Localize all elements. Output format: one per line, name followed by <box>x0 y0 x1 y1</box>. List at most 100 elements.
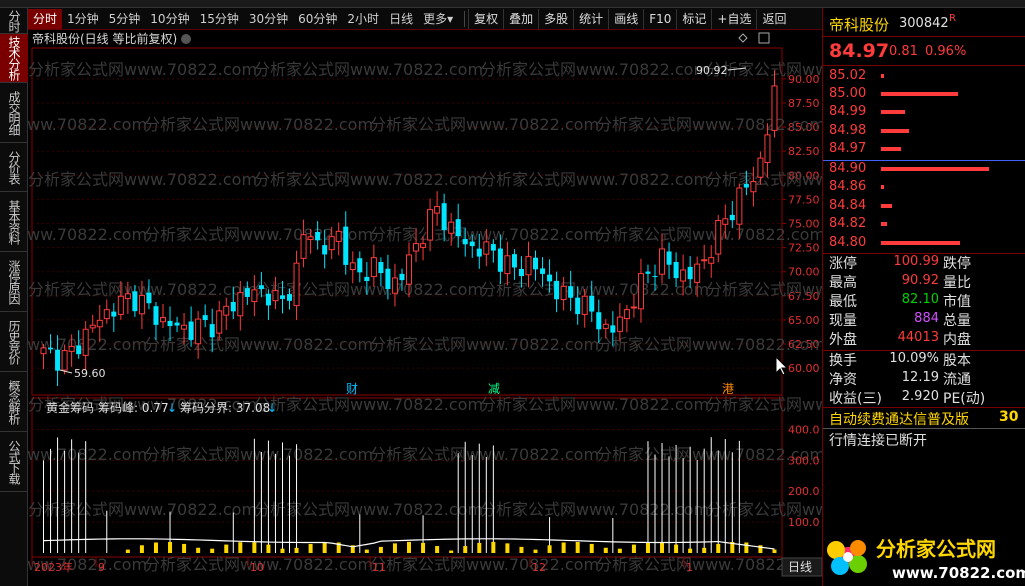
divider <box>823 428 1025 429</box>
watermark-text: 分析家公式网www.70822.com <box>706 395 822 414</box>
left-nav: 分时走势技术分析成交明细分价表基本资料涨停原因历史竞价概念解析公式下载 <box>0 8 28 586</box>
candle-body <box>307 236 314 241</box>
candle-body <box>581 295 588 315</box>
indicator-bar-yellow <box>266 544 271 553</box>
watermark-text: 分析家公式网www.70822.com <box>596 115 822 134</box>
candle-body <box>673 262 679 279</box>
candle-body <box>265 293 271 306</box>
candle-body <box>596 312 602 330</box>
candle-body <box>272 290 279 302</box>
event-marker-1[interactable]: 减 <box>488 382 500 396</box>
indicator-bar-yellow <box>702 547 707 553</box>
period-tab-4[interactable]: 15分钟 <box>195 9 244 29</box>
candle-body <box>525 256 532 276</box>
ad-banner[interactable]: 自动续费通达信普及版 <box>829 409 969 429</box>
connection-status: 行情连接已断开 <box>829 433 927 449</box>
nav-item-0[interactable]: 分时走势 <box>0 8 28 34</box>
bid-volume-bar-4 <box>881 240 961 245</box>
period-tab-6[interactable]: 60分钟 <box>293 9 342 29</box>
candle-body <box>405 254 413 285</box>
watermark-text: 分析家公式网www.70822.com <box>480 280 709 299</box>
nav-item-2[interactable]: 成交明细 <box>0 83 28 143</box>
indicator-bar-yellow <box>139 545 144 553</box>
candle-body <box>343 226 349 265</box>
watermark-text: 分析家公式网www.70822.com <box>254 60 483 79</box>
chart-header: 帝科股份(日线 等比前复权) <box>32 31 177 46</box>
bid-volume-bar-2 <box>881 203 892 208</box>
candle-body <box>589 295 595 312</box>
bid-price-2: 84.84 <box>829 197 867 213</box>
candle-body <box>630 306 637 309</box>
period-tab-8[interactable]: 日线 <box>384 9 418 29</box>
indicator-bar-yellow <box>772 549 777 553</box>
logo-title: 分析家公式网 <box>876 537 996 561</box>
kline-chart-svg[interactable]: 帝科股份(日线 等比前复权)90.0087.5085.0082.5080.007… <box>28 30 822 586</box>
indicator-bar-yellow <box>196 547 201 553</box>
toolbar-button-3[interactable]: 统计 <box>573 8 608 29</box>
toolbar-button-2[interactable]: 多股 <box>538 8 573 29</box>
low-price-label: 59.60 <box>74 367 106 380</box>
x-tick-label: 11 <box>372 561 386 574</box>
chart-settings-icon[interactable] <box>181 34 191 44</box>
toolbar-button-5[interactable]: F10 <box>643 8 676 29</box>
stat-label: 内盘 <box>943 332 971 348</box>
kline-chart-area[interactable]: 帝科股份(日线 等比前复权) 90.00 87.50 85.00 82.50 80.00 7… <box>28 30 822 586</box>
period-tab-3[interactable]: 10分钟 <box>145 9 194 29</box>
candle-body <box>124 293 131 300</box>
candle-body <box>76 345 82 355</box>
indicator-bar-yellow <box>224 544 229 553</box>
candle-body <box>251 289 258 303</box>
toolbar-button-7[interactable]: +自选 <box>711 8 756 29</box>
period-tab-2[interactable]: 5分钟 <box>104 9 146 29</box>
nav-item-4[interactable]: 基本资料 <box>0 192 28 252</box>
nav-item-5[interactable]: 涨停原因 <box>0 252 28 312</box>
nav-item-1[interactable]: 技术分析 <box>0 34 28 83</box>
watermark-text: 分析家公式网www.70822.com <box>144 115 373 134</box>
period-tab-5[interactable]: 30分钟 <box>244 9 293 29</box>
stat-label: 现量 <box>829 313 857 329</box>
indicator-bar-yellow <box>153 542 158 553</box>
ask-volume-bar-2 <box>881 110 906 115</box>
period-tab-label[interactable]: 日线 <box>788 560 812 574</box>
nav-item-3[interactable]: 分价表 <box>0 143 28 192</box>
toolbar-button-8[interactable]: 返回 <box>756 8 791 29</box>
nav-item-7[interactable]: 概念解析 <box>0 372 28 432</box>
candle-body <box>680 269 687 282</box>
indicator-bar-yellow <box>421 542 426 553</box>
event-marker-0[interactable]: 财 <box>346 382 358 396</box>
indicator-bar-yellow <box>378 546 383 553</box>
candle-body <box>153 306 159 325</box>
toolbar-button-6[interactable]: 标记 <box>676 8 711 29</box>
stat-label: 外盘 <box>829 332 857 348</box>
stat-value: 90.92 <box>901 273 939 288</box>
watermark-text: 分析家公式网www.70822.com <box>480 500 709 519</box>
candle-body <box>174 322 180 326</box>
watermark-text: 分析家公式网www.70822.com <box>254 170 483 189</box>
stat2-label: 换手 <box>829 353 857 369</box>
stat2-value: 12.19 <box>901 370 939 385</box>
period-tab-9[interactable]: 更多▾ <box>418 9 458 29</box>
candle-body <box>490 244 496 251</box>
indicator-bar-yellow <box>407 541 411 553</box>
candle-body <box>511 254 517 268</box>
ad-banner-suffix: 30 <box>999 409 1019 425</box>
stat2-label: PE(动) <box>943 391 986 407</box>
period-tab-1[interactable]: 1分钟 <box>62 9 104 29</box>
toolbar-button-1[interactable]: 叠加 <box>503 8 538 29</box>
x-tick-label: 9 <box>98 561 105 574</box>
indicator-name: 黄金筹码 <box>46 400 94 415</box>
candle-body <box>448 221 455 234</box>
toolbar-button-0[interactable]: 复权 <box>468 8 503 29</box>
indicator-bar-yellow <box>631 544 636 553</box>
event-marker-2[interactable]: 港 <box>722 382 734 396</box>
logo-url: www.70822.com <box>892 564 1025 582</box>
period-tab-7[interactable]: 2小时 <box>342 9 384 29</box>
period-tab-0[interactable]: 分时 <box>28 8 63 29</box>
nav-item-6[interactable]: 历史竞价 <box>0 312 28 372</box>
nav-item-8[interactable]: 公式下载 <box>0 432 28 492</box>
price-change-pct: 0.96% <box>925 44 967 59</box>
candle-body <box>357 258 363 273</box>
candle-body <box>504 255 511 275</box>
candle-body <box>364 276 370 282</box>
toolbar-button-4[interactable]: 画线 <box>608 8 643 29</box>
